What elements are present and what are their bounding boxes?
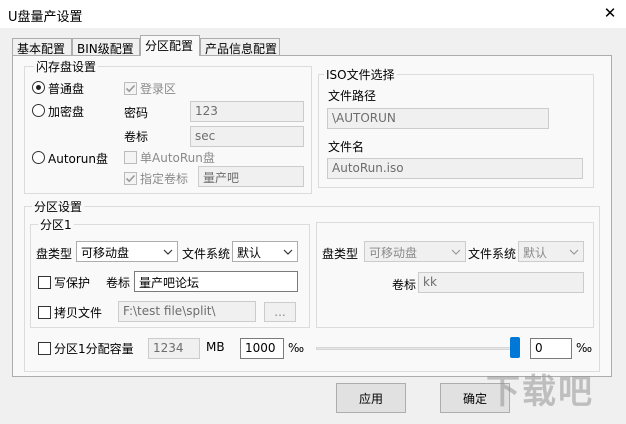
capacity-checkbox[interactable]	[38, 342, 51, 355]
tab-partition[interactable]: 分区配置	[140, 35, 200, 56]
right-disk-type-select[interactable]: 可移动盘	[364, 241, 466, 262]
right-fs-select[interactable]: 默认	[518, 241, 584, 262]
ratio-left-unit: ‰	[288, 341, 305, 355]
right-fs-value: 默认	[523, 246, 548, 260]
specify-volume-checkbox[interactable]	[124, 172, 137, 185]
encrypted-disk-label: 加密盘	[48, 105, 85, 119]
iso-legend: ISO文件选择	[324, 66, 397, 83]
left-fs-value: 默认	[237, 246, 262, 260]
login-area-checkbox[interactable]	[124, 82, 137, 95]
watermark-logo: 下载吧	[486, 372, 594, 412]
chevron-down-icon	[569, 249, 579, 255]
iso-name-field[interactable]: AutoRun.iso	[327, 158, 583, 179]
capacity-slider-track[interactable]	[316, 347, 516, 350]
copy-file-path-field[interactable]: F:\test file\split\	[118, 301, 256, 322]
iso-name-label: 文件名	[328, 140, 365, 154]
close-icon: ✕	[603, 4, 617, 22]
login-area-label: 登录区	[140, 82, 177, 96]
specify-volume-label: 指定卷标	[140, 172, 189, 186]
iso-path-field[interactable]: \AUTORUN	[327, 108, 549, 129]
left-fs-label: 文件系统	[182, 247, 231, 261]
left-volume-field[interactable]: 量产吧论坛	[134, 271, 298, 292]
normal-disk-label: 普通盘	[48, 82, 85, 96]
tab-bin[interactable]: BIN级配置	[72, 38, 140, 56]
checkmark-icon	[125, 174, 136, 183]
ratio-left-field[interactable]: 1000	[240, 338, 284, 359]
checkmark-icon	[125, 84, 136, 93]
radio-selected-dot	[36, 85, 41, 90]
right-disk-type-value: 可移动盘	[369, 246, 418, 260]
left-volume-label: 卷标	[106, 276, 131, 290]
autorun-disk-label: Autorun盘	[48, 152, 109, 166]
apply-button[interactable]: 应用	[336, 383, 406, 413]
chevron-down-icon	[163, 249, 173, 255]
password-field[interactable]: 123	[190, 101, 304, 122]
ratio-right-field[interactable]: 0	[530, 338, 572, 359]
window-title: U盘量产设置	[8, 10, 83, 25]
right-volume-field[interactable]: kk	[418, 272, 584, 293]
capacity-label: 分区1分配容量	[54, 342, 134, 356]
encrypted-disk-radio[interactable]	[32, 104, 45, 117]
chevron-down-icon	[283, 249, 293, 255]
capacity-slider-thumb[interactable]	[510, 337, 520, 358]
title-bar	[0, 0, 626, 28]
left-disk-type-label: 盘类型	[36, 247, 73, 261]
autorun-disk-radio[interactable]	[32, 151, 45, 164]
normal-disk-radio[interactable]	[32, 81, 45, 94]
iso-path-label: 文件路径	[328, 89, 377, 103]
browse-button[interactable]: ...	[264, 302, 296, 322]
tab-product-info[interactable]: 产品信息配置	[200, 38, 280, 56]
right-disk-type-label: 盘类型	[322, 247, 359, 261]
single-autorun-checkbox[interactable]	[124, 151, 137, 164]
partition-legend: 分区设置	[32, 198, 85, 215]
left-disk-type-select[interactable]: 可移动盘	[76, 241, 178, 262]
close-button[interactable]: ✕	[598, 2, 622, 24]
flash-settings-legend: 闪存盘设置	[34, 58, 99, 75]
copy-file-checkbox[interactable]	[38, 306, 51, 319]
capacity-field[interactable]: 1234	[148, 338, 200, 359]
chevron-down-icon	[451, 249, 461, 255]
volume-label: 卷标	[124, 130, 149, 144]
password-label: 密码	[124, 106, 149, 120]
right-fs-label: 文件系统	[468, 247, 517, 261]
left-disk-type-value: 可移动盘	[81, 246, 130, 260]
tab-basic[interactable]: 基本配置	[12, 38, 72, 56]
write-protect-label: 写保护	[54, 276, 91, 290]
specify-volume-field[interactable]: 量产吧	[198, 166, 304, 187]
ratio-right-unit: ‰	[576, 341, 593, 355]
volume-field[interactable]: sec	[190, 126, 304, 147]
single-autorun-label: 单AutoRun盘	[140, 151, 215, 165]
left-fs-select[interactable]: 默认	[232, 241, 298, 262]
partition1-legend: 分区1	[38, 216, 74, 233]
copy-file-label: 拷贝文件	[54, 306, 103, 320]
right-volume-label: 卷标	[392, 278, 417, 292]
capacity-unit: MB	[206, 340, 225, 354]
write-protect-checkbox[interactable]	[38, 276, 51, 289]
